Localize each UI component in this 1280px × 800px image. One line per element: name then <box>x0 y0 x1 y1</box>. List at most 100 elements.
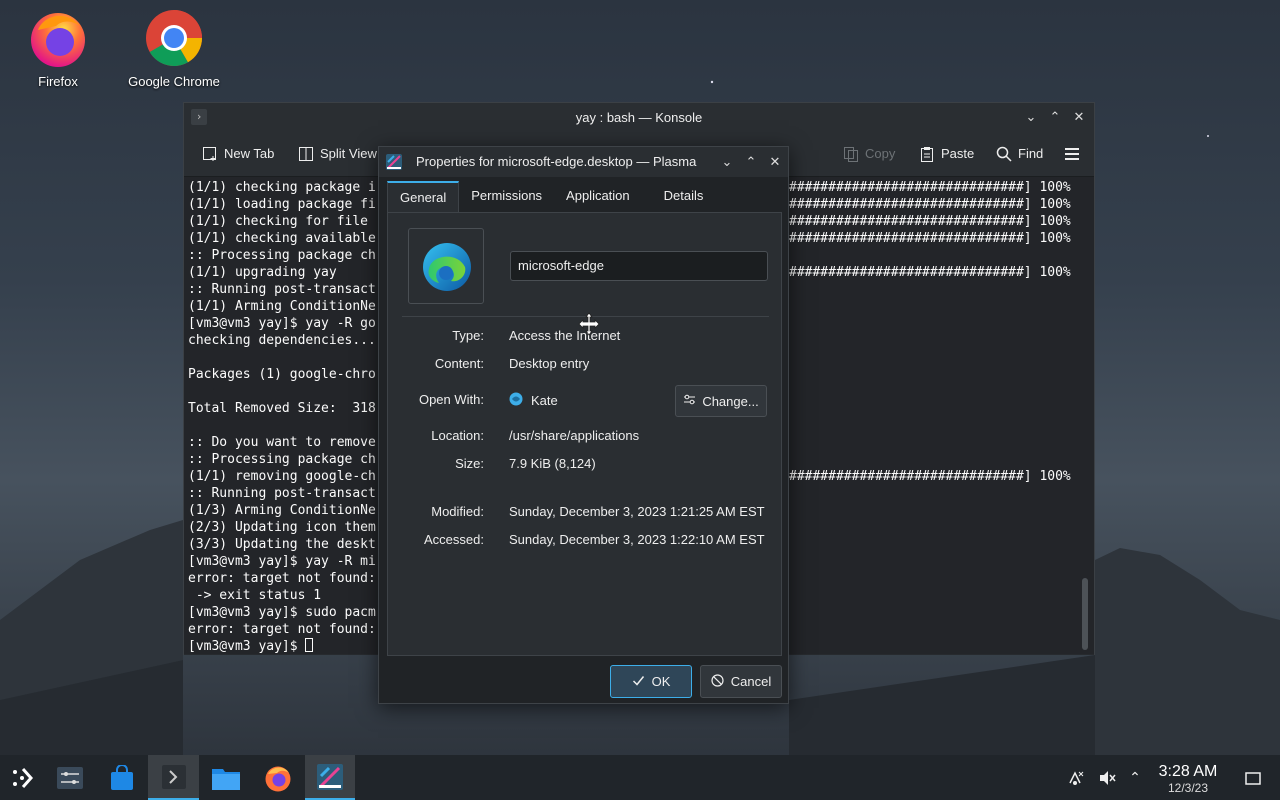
content-value: Desktop entry <box>509 356 590 371</box>
terminal-progress-line <box>789 349 1071 366</box>
show-desktop-button[interactable] <box>1242 755 1264 800</box>
type-value: Access the Internet <box>509 328 621 343</box>
new-tab-icon <box>202 146 218 162</box>
edge-icon <box>423 243 471 291</box>
steamdeck-launcher-icon <box>13 767 34 788</box>
terminal-progress-line <box>789 383 1071 400</box>
tab-permissions[interactable]: Permissions <box>459 181 554 213</box>
ok-button[interactable]: OK <box>610 665 692 698</box>
cancel-button[interactable]: Cancel <box>700 665 782 698</box>
properties-dialog: Properties for microsoft-edge.desktop — … <box>378 146 789 704</box>
terminal-progress-line: ##############################] 100% <box>789 180 1071 195</box>
settings-sliders-icon <box>57 766 83 789</box>
volume-tray-button[interactable] <box>1096 755 1118 800</box>
desktop-icon-chrome[interactable]: Google Chrome <box>119 8 229 89</box>
location-value: /usr/share/applications <box>509 428 640 443</box>
desktop-icon-firefox[interactable]: Firefox <box>3 8 113 89</box>
dolphin-button[interactable] <box>204 755 248 800</box>
konsole-app-icon: › <box>191 109 207 125</box>
copy-label: Copy <box>865 146 896 161</box>
configure-icon <box>683 393 696 409</box>
find-label: Find <box>1018 146 1044 161</box>
tab-general[interactable]: General <box>387 181 460 213</box>
tray-expand-button[interactable]: ⌃ <box>1124 755 1146 800</box>
cancel-icon <box>711 673 724 690</box>
shopping-bag-icon <box>111 764 133 790</box>
chrome-icon <box>144 8 204 68</box>
minimize-icon[interactable]: ⌄ <box>720 154 734 169</box>
konsole-task-button[interactable] <box>148 755 199 800</box>
file-icon-button[interactable] <box>408 228 484 304</box>
paste-button[interactable]: Paste <box>919 146 974 162</box>
new-tab-button[interactable]: New Tab <box>202 146 274 162</box>
terminal-progress-line <box>789 332 1071 349</box>
desktop-icon-label: Firefox <box>38 74 78 89</box>
app-launcher-button[interactable] <box>0 755 44 800</box>
content-label: Content: <box>434 356 484 371</box>
terminal-progress-line: ##############################] 100% <box>789 231 1071 246</box>
split-view-button[interactable]: Split View <box>298 146 377 162</box>
open-with-app: Kate <box>531 393 558 408</box>
paste-icon <box>919 146 935 162</box>
terminal-progress-line <box>789 281 1071 298</box>
dialog-title: Properties for microsoft-edge.desktop — … <box>416 154 697 169</box>
change-button[interactable]: Change... <box>675 385 767 417</box>
clock[interactable]: 3:28 AM 12/3/23 <box>1150 763 1226 795</box>
split-view-label: Split View <box>320 146 377 161</box>
location-label: Location: <box>431 428 484 443</box>
firefox-task-button[interactable] <box>256 755 300 800</box>
plasma-properties-icon <box>317 763 343 790</box>
checkmark-icon <box>632 674 645 690</box>
terminal-progress-line: ##############################] 100% <box>789 197 1071 212</box>
properties-task-button[interactable] <box>305 755 355 800</box>
accessed-label: Accessed: <box>424 532 484 547</box>
terminal-progress-line <box>789 434 1071 451</box>
terminal-progress-line <box>789 400 1071 417</box>
close-icon[interactable]: ✕ <box>1072 109 1086 124</box>
system-settings-button[interactable] <box>48 755 92 800</box>
terminal-progress-line <box>789 417 1071 434</box>
terminal-progress-line <box>789 247 1071 264</box>
clock-time: 3:28 AM <box>1158 763 1218 780</box>
type-label: Type: <box>452 328 484 343</box>
new-tab-label: New Tab <box>224 146 275 161</box>
terminal-progress-line <box>789 451 1071 468</box>
desktop-icon-label: Google Chrome <box>128 74 220 89</box>
paste-label: Paste <box>941 146 975 161</box>
tab-application[interactable]: Application <box>554 181 642 213</box>
modified-value: Sunday, December 3, 2023 1:21:25 AM EST <box>509 504 765 519</box>
network-icon <box>1069 770 1084 785</box>
copy-button[interactable]: Copy <box>843 146 895 162</box>
terminal-scrollbar[interactable] <box>1082 578 1088 650</box>
search-icon <box>996 146 1012 162</box>
close-icon[interactable]: ✕ <box>768 154 782 169</box>
tab-details[interactable]: Details <box>642 181 716 213</box>
taskbar: ⌃ 3:28 AM 12/3/23 <box>0 755 1280 800</box>
clock-date: 12/3/23 <box>1167 781 1209 795</box>
dialog-titlebar[interactable]: Properties for microsoft-edge.desktop — … <box>379 147 788 177</box>
folder-icon <box>212 768 240 790</box>
open-with-value: Kate <box>509 392 558 409</box>
maximize-icon[interactable]: ⌃ <box>1048 109 1062 124</box>
find-button[interactable]: Find <box>996 146 1043 162</box>
terminal-progress-line: ##############################] 100% <box>789 265 1071 280</box>
terminal-progress-line: ##############################] 100% <box>789 469 1071 484</box>
firefox-icon <box>28 8 88 68</box>
konsole-titlebar[interactable]: › yay : bash — Konsole ⌄ ⌃ ✕ <box>184 103 1094 131</box>
maximize-icon[interactable]: ⌃ <box>744 154 758 169</box>
move-cursor-icon <box>578 312 600 336</box>
network-tray-button[interactable] <box>1064 755 1086 800</box>
copy-icon <box>843 146 859 162</box>
open-with-label: Open With: <box>418 392 484 407</box>
ok-label: OK <box>651 674 671 689</box>
discover-button[interactable] <box>100 755 144 800</box>
dialog-tabs: General Permissions Application Details <box>387 181 715 213</box>
hamburger-menu-button[interactable] <box>1064 146 1080 162</box>
kate-icon <box>509 392 523 409</box>
terminal-progress-line <box>789 315 1071 332</box>
minimize-icon[interactable]: ⌄ <box>1024 109 1038 124</box>
terminal-progress-line: ##############################] 100% <box>789 214 1071 229</box>
general-panel: microsoft-edge Type: Access the Internet… <box>387 212 782 656</box>
cancel-label: Cancel <box>730 674 772 689</box>
name-input[interactable]: microsoft-edge <box>510 251 768 281</box>
